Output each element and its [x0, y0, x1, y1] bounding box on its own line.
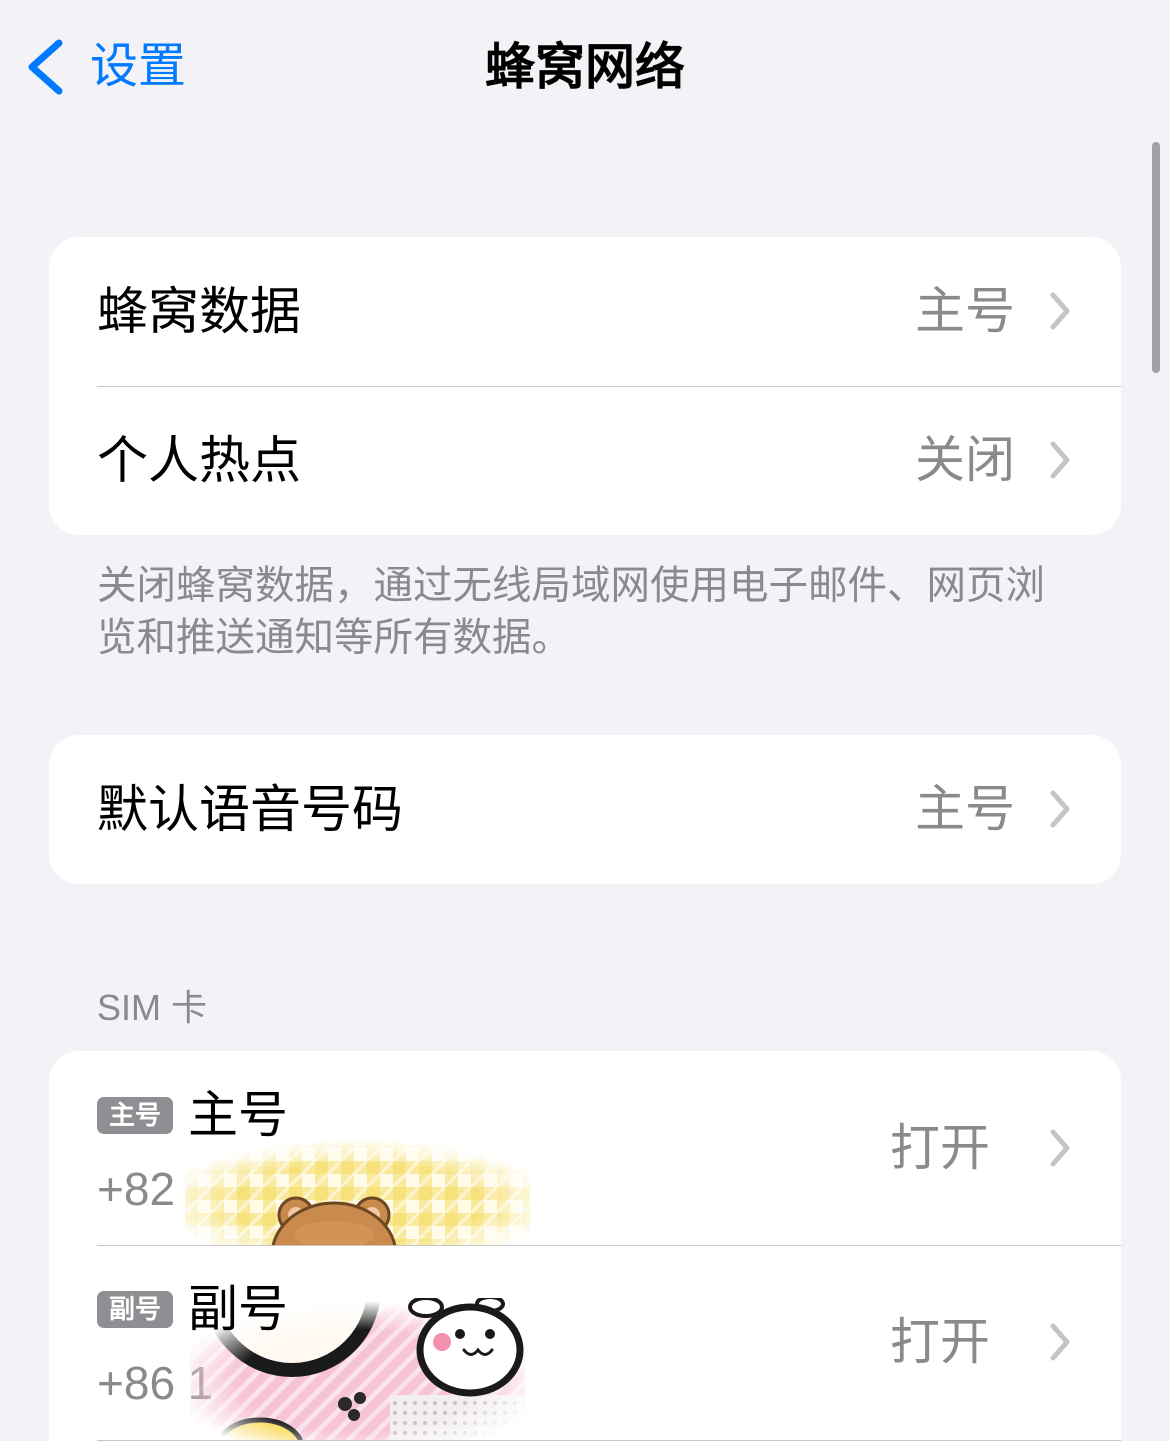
privacy-sticker — [185, 1135, 530, 1245]
sim-line-number: +82 — [97, 1163, 176, 1215]
sim-section-header: SIM 卡 — [97, 987, 208, 1028]
cellular-group: 蜂窝数据 主号 个人热点 关闭 — [49, 237, 1121, 535]
sim-line-secondary[interactable]: 副号 副号 +86 1 打开 — [49, 1245, 1121, 1441]
chevron-right-icon — [1045, 289, 1075, 333]
sim-group: 主号 主号 +82 打开 副号 副号 +86 1 打开 — [49, 1051, 1121, 1441]
sim-line-status: 打开 — [890, 1314, 990, 1370]
row-label: 个人热点 — [97, 432, 302, 489]
row-value: 主号 — [915, 781, 1015, 837]
chevron-left-icon — [24, 37, 64, 97]
sim-badge: 副号 — [97, 1291, 173, 1328]
chevron-right-icon — [1045, 1126, 1075, 1170]
chevron-right-icon — [1045, 1320, 1075, 1364]
sim-badge: 主号 — [97, 1097, 173, 1134]
sim-line-name: 主号 — [188, 1087, 288, 1143]
back-button[interactable]: 设置 — [24, 34, 186, 100]
default-voice-line-row[interactable]: 默认语音号码 主号 — [49, 735, 1121, 884]
row-value: 主号 — [915, 283, 1015, 339]
sim-line-status: 打开 — [890, 1120, 990, 1176]
personal-hotspot-row[interactable]: 个人热点 关闭 — [49, 386, 1121, 535]
cellular-data-row[interactable]: 蜂窝数据 主号 — [49, 237, 1121, 386]
sim-line-primary[interactable]: 主号 主号 +82 打开 — [49, 1051, 1121, 1245]
page-title: 蜂窝网络 — [485, 39, 685, 95]
chevron-right-icon — [1045, 438, 1075, 482]
row-label: 默认语音号码 — [97, 781, 404, 838]
sim-line-name: 副号 — [188, 1281, 288, 1337]
voice-group: 默认语音号码 主号 — [49, 735, 1121, 884]
back-button-label: 设置 — [90, 40, 187, 93]
cellular-footer-note: 关闭蜂窝数据，通过无线局域网使用电子邮件、网页浏览和推送通知等所有数据。 — [97, 564, 1045, 660]
chevron-right-icon — [1045, 787, 1075, 831]
row-label: 蜂窝数据 — [97, 283, 302, 340]
row-value: 关闭 — [915, 432, 1015, 488]
scrollbar[interactable] — [1152, 142, 1160, 373]
